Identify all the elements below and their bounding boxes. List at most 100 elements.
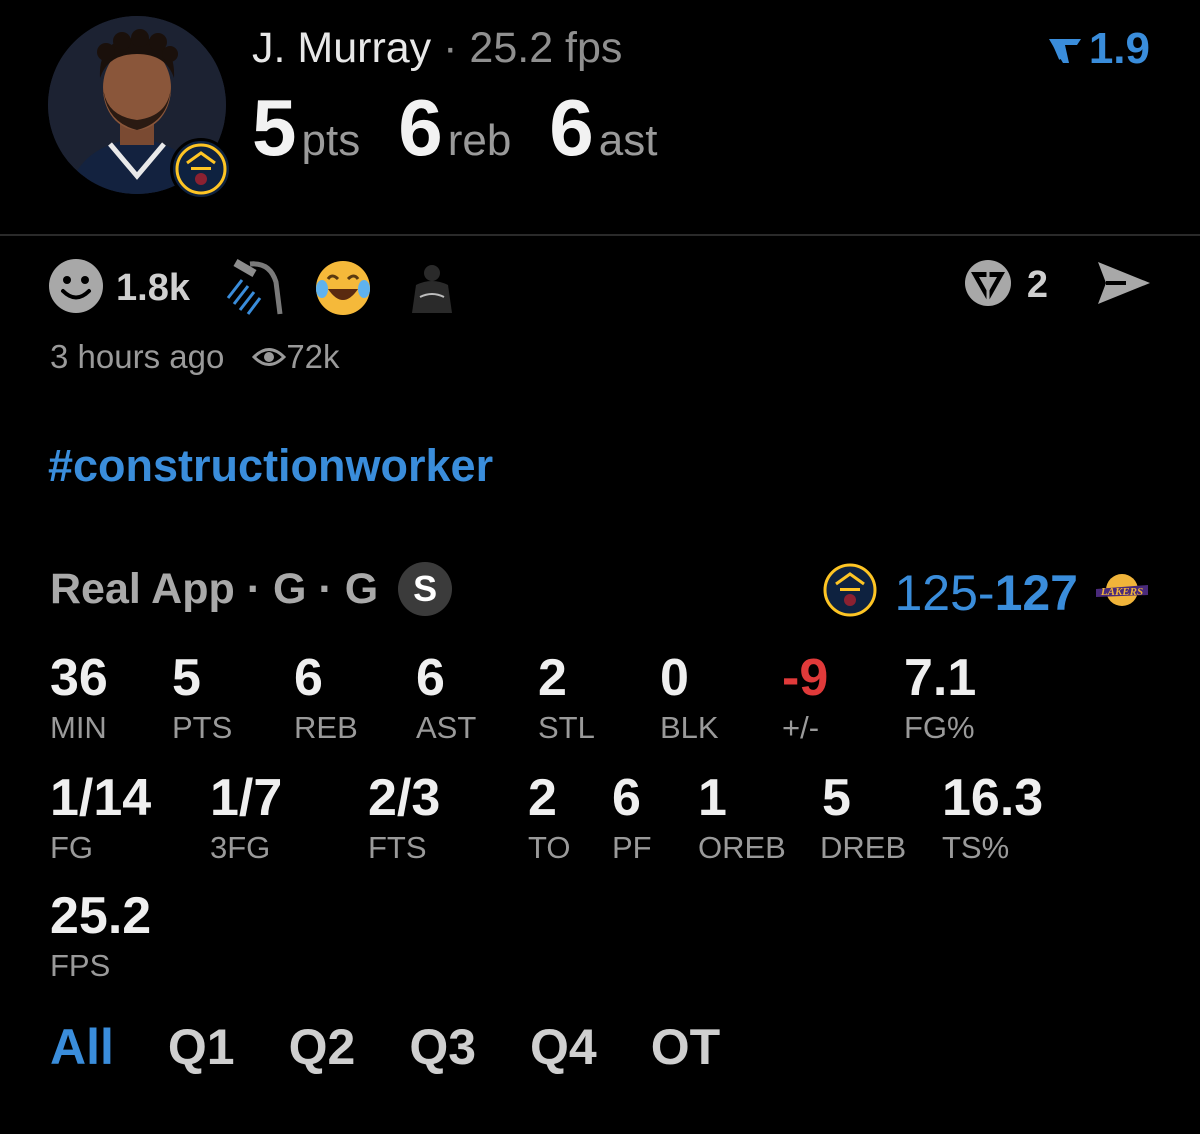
away-score: 127 (994, 564, 1078, 621)
game-sep-1: · (246, 564, 262, 613)
player-name-line: J. Murray · 25.2 fps (252, 24, 622, 73)
stat-value: -9 (782, 649, 829, 707)
stat-pts: 5 PTS (172, 650, 232, 748)
stat-min: 36 MIN (50, 650, 108, 748)
stat-label: REB (294, 710, 358, 745)
real-logo-icon (1048, 39, 1081, 64)
stat-blk: 0 BLK (660, 650, 719, 748)
stat-pf: 6 PF (612, 770, 652, 868)
stat-dreb: 5 DREB (820, 770, 906, 868)
stat-label: TS% (942, 830, 1010, 865)
stat-value: 5 (822, 769, 851, 827)
stat-value: 0 (660, 649, 689, 707)
stat-ast: 6 AST (416, 650, 476, 748)
rebounds-value: 6 (398, 83, 442, 172)
rating-value: 1.9 (1088, 24, 1150, 73)
smiley-icon[interactable] (48, 258, 104, 319)
post-actions: 2 (963, 258, 1152, 313)
stat-label: PTS (172, 710, 233, 745)
stat-value: 1/7 (210, 769, 283, 827)
stat-label: FTS (368, 830, 427, 865)
player-name[interactable]: J. Murray (252, 24, 431, 72)
stat-label: 3FG (210, 830, 271, 865)
stat-value: 6 (416, 649, 445, 707)
stat-value: 6 (612, 769, 641, 827)
points-unit: pts (301, 116, 361, 165)
home-score: 125 (894, 564, 978, 621)
stat-label: FG% (904, 710, 975, 745)
rebounds-unit: reb (447, 116, 512, 165)
reply-count: 2 (1026, 264, 1048, 306)
fps-value: 25.2 fps (469, 24, 623, 72)
reaction-bar: 1.8k (48, 258, 492, 319)
headline-stats: 5 pts 6 reb 6 ast (252, 82, 696, 174)
tab-q2[interactable]: Q2 (289, 1018, 356, 1076)
tab-q4[interactable]: Q4 (530, 1018, 597, 1076)
hashtag-link[interactable]: #constructionworker (48, 440, 493, 492)
separator-dot: · (443, 24, 458, 72)
tab-ot[interactable]: OT (651, 1018, 720, 1076)
period-tabs: All Q1 Q2 Q3 Q4 OT (50, 1018, 774, 1076)
stat-label: +/- (782, 710, 820, 745)
stat-value: 1/14 (50, 769, 152, 827)
reply-icon[interactable] (963, 258, 1013, 313)
views-value: 72k (286, 338, 340, 375)
stat-value: 6 (294, 649, 323, 707)
post-meta: 3 hours ago 72k (50, 338, 340, 376)
laughing-emoji[interactable] (314, 259, 372, 317)
stat-3fg: 1/7 3FG (210, 770, 282, 868)
game-sep-2: · (318, 564, 333, 613)
stat-label: STL (538, 710, 595, 745)
nuggets-logo-icon (822, 562, 878, 623)
stat-ts-pct: 16.3 TS% (942, 770, 1043, 868)
share-icon[interactable] (1096, 258, 1152, 313)
points-value: 5 (252, 83, 296, 172)
assists-value: 6 (549, 83, 593, 172)
stat-label: FG (50, 830, 94, 865)
stat-value: 1 (698, 769, 727, 827)
position-2: G (344, 564, 379, 613)
stat-label: FPS (50, 948, 111, 983)
score-text: 125-127 (894, 564, 1078, 622)
assists-unit: ast (598, 116, 658, 165)
stat-plus-minus: -9 +/- (782, 650, 828, 748)
stat-oreb: 1 OREB (698, 770, 786, 868)
stat-label: PF (612, 830, 652, 865)
score-dash: - (977, 564, 995, 621)
stat-label: BLK (660, 710, 719, 745)
tab-all[interactable]: All (50, 1018, 114, 1076)
stat-fps: 25.2 FPS (50, 888, 151, 986)
tab-q1[interactable]: Q1 (168, 1018, 235, 1076)
eye-icon (252, 338, 287, 376)
stat-value: 7.1 (904, 649, 977, 707)
stat-label: MIN (50, 710, 107, 745)
stat-value: 2/3 (368, 769, 441, 827)
rating-badge[interactable]: 1.9 (1047, 24, 1150, 74)
shower-icon[interactable] (224, 258, 284, 318)
game-score[interactable]: 125-127 LAKERS (822, 562, 1150, 623)
stat-label: OREB (698, 830, 786, 865)
stat-value: 2 (538, 649, 567, 707)
app-label: Real App (50, 564, 235, 613)
stat-value: 5 (172, 649, 201, 707)
stat-reb: 6 REB (294, 650, 358, 748)
game-info: Real App · G · G S (50, 562, 453, 616)
stat-value: 16.3 (942, 769, 1044, 827)
stat-value: 36 (50, 649, 108, 707)
stat-value: 2 (528, 769, 557, 827)
stat-fg: 1/14 FG (50, 770, 151, 868)
lakers-logo-icon: LAKERS (1094, 573, 1150, 612)
header-divider (0, 234, 1200, 236)
brooklyn-jersey-icon[interactable] (402, 263, 462, 313)
tab-q3[interactable]: Q3 (409, 1018, 476, 1076)
stat-to: 2 TO (528, 770, 571, 868)
stat-label: DREB (820, 830, 907, 865)
svg-text:LAKERS: LAKERS (1100, 586, 1143, 598)
view-count: 72k (252, 338, 340, 376)
stat-label: AST (416, 710, 477, 745)
timestamp: 3 hours ago (50, 338, 225, 375)
position-1: G (273, 564, 307, 613)
starter-badge: S (398, 562, 453, 616)
reaction-count[interactable]: 1.8k (116, 267, 190, 310)
stat-fg-pct: 7.1 FG% (904, 650, 976, 748)
